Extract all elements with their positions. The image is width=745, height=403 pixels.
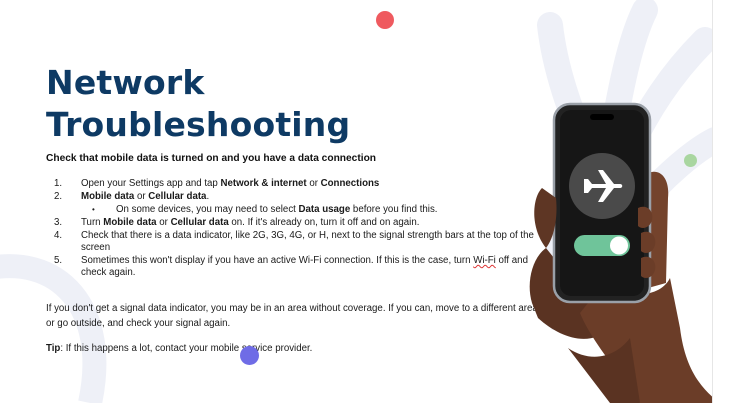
list-item: • On some devices, you may need to selec… <box>92 204 438 215</box>
purple-dot-decoration <box>240 346 259 365</box>
tip-label: Tip <box>46 343 61 354</box>
red-dot-decoration <box>376 11 394 29</box>
tip-text: : If this happens a lot, contact your mo… <box>60 343 313 354</box>
tip-paragraph: Tip: If this happens a lot, contact your… <box>46 341 546 356</box>
toggle-knob <box>610 236 628 255</box>
list-item: 4. Check that there is a data indicator,… <box>54 230 534 253</box>
subtitle: Check that mobile data is turned on and … <box>46 153 377 164</box>
right-gutter <box>712 0 745 403</box>
page-title: Network Troubleshooting <box>46 62 350 146</box>
list-item: 2. Mobile data or Cellular data. <box>54 191 210 202</box>
hand-holding-phone-image <box>529 102 712 403</box>
list-item: 1. Open your Settings app and tap Networ… <box>54 178 380 189</box>
coverage-paragraph: If you don't get a signal data indicator… <box>46 303 541 329</box>
steps-list: 1. Open your Settings app and tap Networ… <box>46 178 536 280</box>
phone-notch <box>590 114 614 120</box>
list-item: 5. Sometimes this won't display if you h… <box>54 255 528 278</box>
title-line-1: Network <box>46 63 205 102</box>
slide: Network Troubleshooting Check that mobil… <box>0 0 712 403</box>
list-item: 3. Turn Mobile data or Cellular data on.… <box>54 217 420 228</box>
title-line-2: Troubleshooting <box>46 105 351 144</box>
